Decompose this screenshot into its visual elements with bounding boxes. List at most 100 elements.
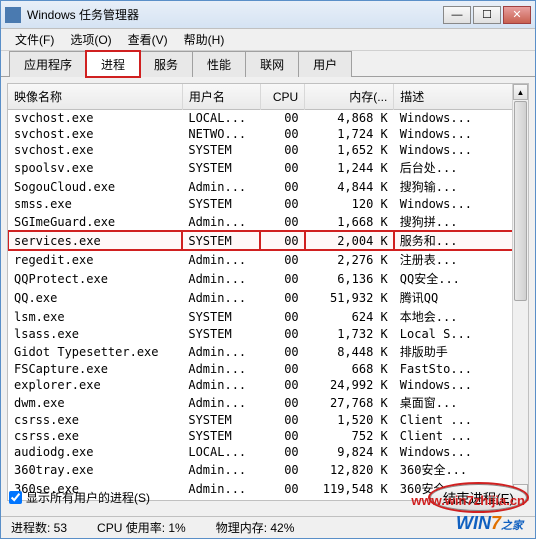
cell-mem: 27,768 K [305, 393, 394, 412]
show-all-users-checkbox[interactable] [9, 491, 22, 504]
cell-user: SYSTEM [182, 142, 260, 158]
menu-file[interactable]: 文件(F) [7, 29, 62, 50]
table-row[interactable]: 360tray.exeAdmin...0012,820 K360安全... [8, 460, 528, 479]
col-username[interactable]: 用户名 [182, 84, 260, 110]
table-row[interactable]: lsm.exeSYSTEM00624 K本地会... [8, 307, 528, 326]
cell-user: Admin... [182, 393, 260, 412]
vertical-scrollbar[interactable]: ▲ ▼ [512, 84, 528, 500]
table-row[interactable]: SGImeGuard.exeAdmin...001,668 K搜狗拼... [8, 212, 528, 231]
col-image-name[interactable]: 映像名称 [8, 84, 182, 110]
maximize-button[interactable]: ☐ [473, 6, 501, 24]
tabbar: 应用程序 进程 服务 性能 联网 用户 [1, 51, 535, 77]
cell-user: Admin... [182, 250, 260, 269]
table-row[interactable]: svchost.exeSYSTEM001,652 KWindows... [8, 142, 528, 158]
table-row[interactable]: lsass.exeSYSTEM001,732 KLocal S... [8, 326, 528, 342]
col-cpu[interactable]: CPU [260, 84, 305, 110]
cell-mem: 24,992 K [305, 377, 394, 393]
tab-users[interactable]: 用户 [298, 51, 352, 77]
cell-mem: 120 K [305, 196, 394, 212]
scroll-up-button[interactable]: ▲ [513, 84, 528, 100]
status-cpu-usage: CPU 使用率: 1% [97, 519, 186, 536]
table-row[interactable]: regedit.exeAdmin...002,276 K注册表... [8, 250, 528, 269]
titlebar[interactable]: Windows 任务管理器 — ☐ ✕ [1, 1, 535, 29]
cell-name: lsm.exe [8, 307, 182, 326]
cell-mem: 2,276 K [305, 250, 394, 269]
cell-name: svchost.exe [8, 126, 182, 142]
cell-name: explorer.exe [8, 377, 182, 393]
cell-cpu: 00 [260, 250, 305, 269]
table-row[interactable]: csrss.exeSYSTEM00752 KClient ... [8, 428, 528, 444]
cell-mem: 624 K [305, 307, 394, 326]
tab-applications[interactable]: 应用程序 [9, 51, 87, 77]
cell-cpu: 00 [260, 326, 305, 342]
cell-cpu: 00 [260, 142, 305, 158]
table-row[interactable]: FSCapture.exeAdmin...00668 KFastSto... [8, 361, 528, 377]
menu-help[interactable]: 帮助(H) [176, 29, 233, 50]
cell-desc: Windows... [394, 142, 528, 158]
cell-mem: 668 K [305, 361, 394, 377]
cell-mem: 4,868 K [305, 110, 394, 127]
cell-mem: 1,244 K [305, 158, 394, 177]
cell-desc: Local S... [394, 326, 528, 342]
table-row[interactable]: spoolsv.exeSYSTEM001,244 K后台处... [8, 158, 528, 177]
cell-name: regedit.exe [8, 250, 182, 269]
cell-mem: 8,448 K [305, 342, 394, 361]
bottom-bar: 显示所有用户的进程(S) 结束进程(E) [9, 484, 527, 510]
cell-user: Admin... [182, 269, 260, 288]
scroll-thumb[interactable] [514, 101, 527, 301]
table-row[interactable]: QQ.exeAdmin...0051,932 K腾讯QQ [8, 288, 528, 307]
cell-desc: Windows... [394, 110, 528, 127]
cell-name: QQ.exe [8, 288, 182, 307]
cell-user: Admin... [182, 361, 260, 377]
cell-user: Admin... [182, 377, 260, 393]
cell-cpu: 00 [260, 412, 305, 428]
tab-performance[interactable]: 性能 [192, 51, 246, 77]
cell-cpu: 00 [260, 307, 305, 326]
menu-view[interactable]: 查看(V) [120, 29, 176, 50]
table-row[interactable]: dwm.exeAdmin...0027,768 K桌面窗... [8, 393, 528, 412]
app-icon [5, 7, 21, 23]
end-process-button[interactable]: 结束进程(E) [430, 484, 527, 511]
cell-desc: 后台处... [394, 158, 528, 177]
table-row[interactable]: audiodg.exeLOCAL...009,824 KWindows... [8, 444, 528, 460]
table-row[interactable]: csrss.exeSYSTEM001,520 KClient ... [8, 412, 528, 428]
cell-desc: 桌面窗... [394, 393, 528, 412]
table-row[interactable]: SogouCloud.exeAdmin...004,844 K搜狗输... [8, 177, 528, 196]
cell-name: audiodg.exe [8, 444, 182, 460]
close-button[interactable]: ✕ [503, 6, 531, 24]
table-row[interactable]: svchost.exeLOCAL...004,868 KWindows... [8, 110, 528, 127]
minimize-button[interactable]: — [443, 6, 471, 24]
cell-desc: 服务和... [394, 231, 528, 250]
table-row[interactable]: Gidot Typesetter.exeAdmin...008,448 K排版助… [8, 342, 528, 361]
col-description[interactable]: 描述 [394, 84, 528, 110]
cell-name: svchost.exe [8, 142, 182, 158]
cell-desc: 搜狗拼... [394, 212, 528, 231]
tab-services[interactable]: 服务 [139, 51, 193, 77]
cell-name: FSCapture.exe [8, 361, 182, 377]
status-mem-usage: 物理内存: 42% [216, 519, 295, 536]
tab-processes[interactable]: 进程 [86, 51, 140, 77]
process-table: 映像名称 用户名 CPU 内存(... 描述 svchost.exeLOCAL.… [8, 84, 528, 498]
cell-user: SYSTEM [182, 158, 260, 177]
table-row[interactable]: services.exeSYSTEM002,004 K服务和... [8, 231, 528, 250]
cell-mem: 6,136 K [305, 269, 394, 288]
table-row[interactable]: QQProtect.exeAdmin...006,136 KQQ安全... [8, 269, 528, 288]
cell-desc: 注册表... [394, 250, 528, 269]
cell-user: Admin... [182, 288, 260, 307]
cell-mem: 752 K [305, 428, 394, 444]
table-row[interactable]: svchost.exeNETWO...001,724 KWindows... [8, 126, 528, 142]
cell-name: dwm.exe [8, 393, 182, 412]
menu-options[interactable]: 选项(O) [62, 29, 119, 50]
cell-user: Admin... [182, 460, 260, 479]
table-row[interactable]: explorer.exeAdmin...0024,992 KWindows... [8, 377, 528, 393]
col-memory[interactable]: 内存(... [305, 84, 394, 110]
task-manager-window: Windows 任务管理器 — ☐ ✕ 文件(F) 选项(O) 查看(V) 帮助… [0, 0, 536, 539]
cell-user: SYSTEM [182, 326, 260, 342]
cell-mem: 9,824 K [305, 444, 394, 460]
cell-cpu: 00 [260, 377, 305, 393]
tab-networking[interactable]: 联网 [245, 51, 299, 77]
cell-desc: 排版助手 [394, 342, 528, 361]
table-row[interactable]: smss.exeSYSTEM00120 KWindows... [8, 196, 528, 212]
cell-name: svchost.exe [8, 110, 182, 127]
cell-desc: Windows... [394, 126, 528, 142]
